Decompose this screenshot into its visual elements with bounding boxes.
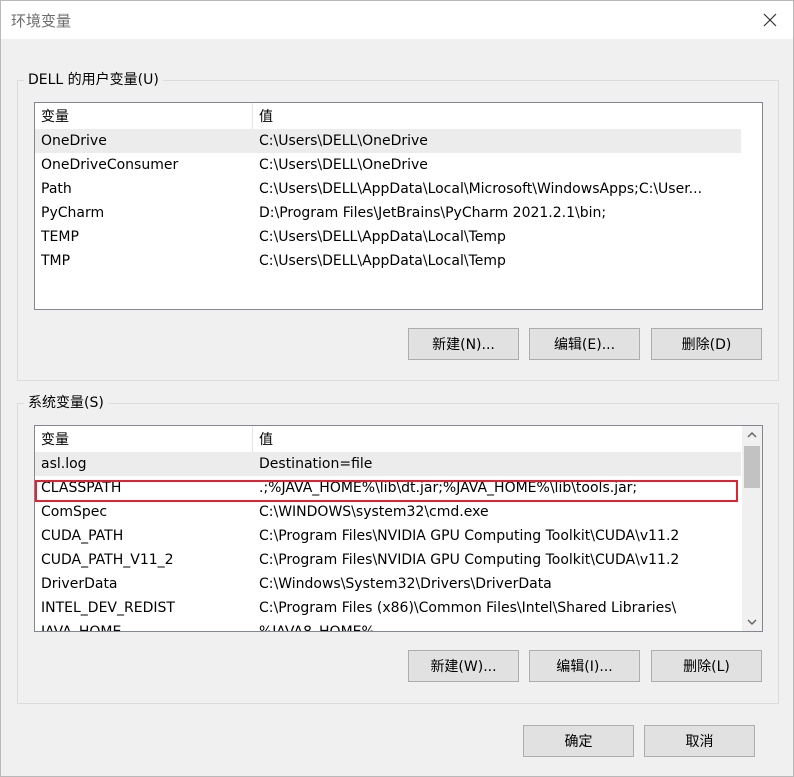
cancel-button[interactable]: 取消: [644, 725, 755, 757]
variable-value: Destination=file: [259, 456, 373, 472]
table-row[interactable]: ComSpec C:\WINDOWS\system32\cmd.exe: [35, 500, 741, 524]
table-row[interactable]: CUDA_PATH_V11_2 C:\Program Files\NVIDIA …: [35, 548, 741, 572]
variable-name: PyCharm: [41, 205, 105, 221]
variable-name: INTEL_DEV_REDIST: [41, 600, 175, 616]
variable-value: C:\Windows\System32\Drivers\DriverData: [259, 576, 552, 592]
chevron-down-icon: [747, 619, 757, 625]
variable-name: DriverData: [41, 576, 118, 592]
ok-button[interactable]: 确定: [523, 725, 634, 757]
variable-value: C:\Users\DELL\AppData\Local\Microsoft\Wi…: [259, 181, 703, 197]
classpath-highlight-annotation: [35, 480, 738, 502]
variable-name: CUDA_PATH_V11_2: [41, 552, 174, 568]
table-row[interactable]: INTEL_DEV_REDIST C:\Program Files (x86)\…: [35, 596, 741, 620]
variable-value: C:\Program Files\NVIDIA GPU Computing To…: [259, 552, 680, 568]
column-header-value[interactable]: 值: [253, 103, 741, 129]
variable-name: asl.log: [41, 456, 87, 472]
table-row[interactable]: asl.log Destination=file: [35, 452, 741, 476]
vertical-scrollbar[interactable]: [742, 426, 762, 631]
user-edit-button[interactable]: 编辑(E)...: [529, 328, 640, 360]
system-edit-button[interactable]: 编辑(I)...: [529, 650, 640, 682]
variable-value: C:\Users\DELL\AppData\Local\Temp: [259, 253, 506, 269]
user-variables-list[interactable]: 变量 值 OneDrive C:\Users\DELL\OneDrive One…: [34, 102, 763, 310]
table-row[interactable]: OneDriveConsumer C:\Users\DELL\OneDrive: [35, 153, 741, 177]
variable-name: TMP: [41, 253, 71, 269]
system-variables-label: 系统变量(S): [24, 393, 108, 413]
scroll-down-button[interactable]: [742, 613, 762, 631]
user-list-header: 变量 值: [35, 103, 741, 129]
environment-variables-dialog: 环境变量 DELL 的用户变量(U) 变量 值 OneDrive C:\User…: [0, 0, 794, 777]
user-variables-label: DELL 的用户变量(U): [24, 70, 163, 90]
title-bar: 环境变量: [1, 1, 793, 39]
variable-name: OneDrive: [41, 133, 107, 149]
variable-value: D:\Program Files\JetBrains\PyCharm 2021.…: [259, 205, 607, 221]
variable-name: CUDA_PATH: [41, 528, 124, 544]
table-row[interactable]: DriverData C:\Windows\System32\Drivers\D…: [35, 572, 741, 596]
variable-name: Path: [41, 181, 72, 197]
variable-name: JAVA_HOME: [41, 624, 122, 632]
variable-value: C:\Users\DELL\AppData\Local\Temp: [259, 229, 506, 245]
variable-name: TEMP: [41, 229, 79, 245]
table-row[interactable]: OneDrive C:\Users\DELL\OneDrive: [35, 129, 741, 153]
table-row[interactable]: CUDA_PATH C:\Program Files\NVIDIA GPU Co…: [35, 524, 741, 548]
scroll-up-button[interactable]: [742, 426, 762, 444]
user-new-button[interactable]: 新建(N)...: [408, 328, 519, 360]
close-icon: [763, 13, 777, 27]
variable-name: ComSpec: [41, 504, 108, 520]
table-row[interactable]: TEMP C:\Users\DELL\AppData\Local\Temp: [35, 225, 741, 249]
user-rows: OneDrive C:\Users\DELL\OneDrive OneDrive…: [35, 129, 741, 273]
table-row[interactable]: Path C:\Users\DELL\AppData\Local\Microso…: [35, 177, 741, 201]
system-list-header: 变量 值: [35, 426, 741, 452]
variable-value: C:\Program Files\NVIDIA GPU Computing To…: [259, 528, 680, 544]
variable-value: C:\WINDOWS\system32\cmd.exe: [259, 504, 489, 520]
scroll-thumb[interactable]: [744, 446, 760, 488]
variable-value: %JAVA8_HOME%: [259, 624, 375, 632]
variable-value: C:\Users\DELL\OneDrive: [259, 157, 428, 173]
window-title: 环境变量: [11, 12, 72, 30]
column-header-variable[interactable]: 变量: [35, 103, 253, 129]
table-row[interactable]: TMP C:\Users\DELL\AppData\Local\Temp: [35, 249, 741, 273]
system-variables-list[interactable]: 变量 值 asl.log Destination=file CLASSPATH …: [34, 425, 763, 632]
system-rows: asl.log Destination=file CLASSPATH .;%JA…: [35, 452, 741, 632]
column-header-value[interactable]: 值: [253, 426, 741, 452]
column-header-variable[interactable]: 变量: [35, 426, 253, 452]
variable-value: C:\Users\DELL\OneDrive: [259, 133, 428, 149]
close-button[interactable]: [747, 1, 793, 39]
variable-value: C:\Program Files (x86)\Common Files\Inte…: [259, 600, 677, 616]
system-delete-button[interactable]: 删除(L): [651, 650, 762, 682]
table-row[interactable]: JAVA_HOME %JAVA8_HOME%: [35, 620, 741, 632]
chevron-up-icon: [747, 432, 757, 438]
user-delete-button[interactable]: 删除(D): [651, 328, 762, 360]
table-row[interactable]: PyCharm D:\Program Files\JetBrains\PyCha…: [35, 201, 741, 225]
variable-name: OneDriveConsumer: [41, 157, 179, 173]
system-new-button[interactable]: 新建(W)...: [408, 650, 519, 682]
